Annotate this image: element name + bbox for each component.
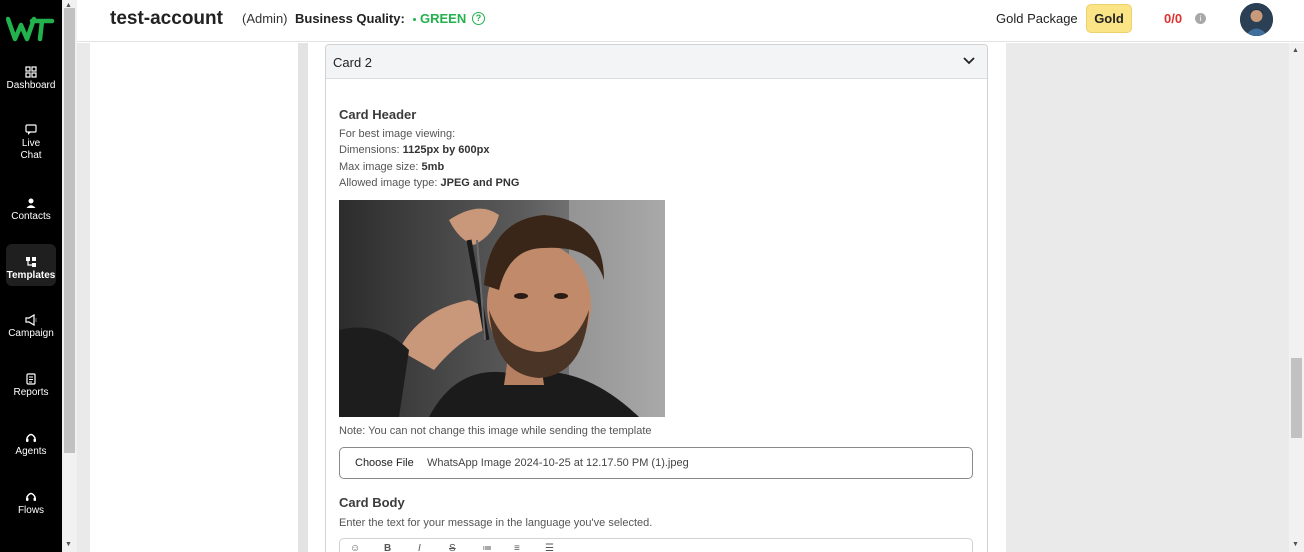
header-image-file-input[interactable]: Choose File WhatsApp Image 2024-10-25 at… [339, 447, 973, 479]
choose-file-button[interactable]: Choose File [355, 457, 414, 469]
business-quality-value: GREEN [420, 11, 467, 26]
account-name: test-account [110, 8, 223, 29]
contacts-icon [26, 198, 36, 208]
reports-icon [26, 373, 36, 385]
scrollbar-thumb[interactable] [64, 8, 75, 453]
sidebar-item-contacts[interactable]: Contacts [0, 197, 62, 223]
usage-count: 0/0 [1164, 11, 1183, 26]
card-body-title: Card Body [339, 495, 405, 510]
dimensions-label: Dimensions: [339, 144, 400, 156]
ordered-list-icon[interactable]: ≔ [482, 543, 492, 552]
sidebar-item-live-chat[interactable]: Live Chat [0, 124, 62, 162]
package-label: Gold Package [996, 11, 1078, 26]
account-role: (Admin) [242, 11, 288, 26]
dimensions-line: Dimensions: 1125px by 600px [339, 144, 489, 156]
image-guidelines-intro: For best image viewing: [339, 128, 456, 140]
sidebar-item-label: Campaign [8, 328, 54, 339]
sidebar-item-campaign[interactable]: Campaign [0, 314, 62, 340]
business-quality-label: Business Quality: [295, 11, 405, 26]
card-accordion-header[interactable]: Card 2 [326, 45, 987, 79]
sidebar-item-agents[interactable]: Agents [0, 432, 62, 458]
card-body-hint: Enter the text for your message in the l… [339, 517, 653, 529]
sidebar-scrollbar[interactable]: ▲ ▼ [62, 0, 77, 552]
scroll-down-icon[interactable]: ▼ [65, 541, 72, 548]
emoji-icon[interactable]: ☺ [350, 543, 360, 552]
scroll-up-icon[interactable]: ▲ [1292, 47, 1299, 54]
sidebar-item-label: Templates [6, 270, 56, 281]
chat-icon [25, 124, 37, 135]
image-type-value: JPEG and PNG [440, 177, 520, 189]
user-avatar-icon [1240, 3, 1273, 36]
help-icon[interactable]: ? [472, 12, 485, 25]
image-note: Note: You can not change this image whil… [339, 425, 652, 437]
sidebar-item-dashboard[interactable]: Dashboard [0, 66, 62, 92]
max-size-line: Max image size: 5mb [339, 161, 444, 173]
scrollbar-thumb[interactable] [1291, 358, 1302, 438]
card-header-title: Card Header [339, 107, 417, 122]
scroll-down-icon[interactable]: ▼ [1292, 541, 1299, 548]
sidebar-item-reports[interactable]: Reports [0, 373, 62, 399]
sidebar-item-label: Dashboard [6, 80, 56, 91]
dashboard-icon [25, 66, 37, 78]
image-type-label: Allowed image type: [339, 177, 438, 189]
sidebar-item-label: Agents [15, 446, 47, 457]
max-size-label: Max image size: [339, 161, 419, 173]
quote-icon[interactable]: ☰ [545, 543, 554, 552]
bold-icon[interactable]: B [384, 543, 391, 552]
italic-icon[interactable]: I [418, 543, 421, 552]
header-image-preview [339, 200, 665, 417]
barber-photo-icon [339, 200, 665, 417]
status-dot-icon [413, 18, 416, 21]
brand-logo-icon[interactable] [6, 15, 56, 43]
chevron-down-icon[interactable] [963, 57, 975, 65]
sidebar-item-label: Flows [17, 505, 45, 516]
package-badge[interactable]: Gold [1086, 4, 1132, 33]
panel-divider [298, 43, 308, 552]
card-body-editor-toolbar[interactable]: ☺ B I S ≔ ≡ ☰ [339, 538, 973, 552]
sidebar-item-label: Live Chat [20, 138, 42, 161]
top-bar: test-account (Admin) Business Quality: G… [77, 0, 1304, 42]
info-icon[interactable]: i [1195, 13, 1206, 24]
headset-icon [26, 433, 36, 442]
megaphone-icon [25, 314, 37, 326]
left-panel [90, 43, 298, 552]
image-type-line: Allowed image type: JPEG and PNG [339, 177, 519, 189]
sidebar: Dashboard Live Chat Contacts Templates C… [0, 0, 62, 552]
dimensions-value: 1125px by 600px [402, 144, 490, 156]
sidebar-item-label: Contacts [11, 211, 51, 222]
avatar[interactable] [1240, 3, 1273, 36]
selected-file-name: WhatsApp Image 2024-10-25 at 12.17.50 PM… [427, 457, 689, 469]
templates-icon [26, 257, 36, 267]
page-scrollbar[interactable]: ▲ ▼ [1289, 43, 1304, 552]
sidebar-item-flows[interactable]: Flows [0, 491, 62, 517]
card-title: Card 2 [333, 55, 373, 70]
sidebar-item-label: Reports [13, 387, 49, 398]
max-size-value: 5mb [421, 161, 445, 173]
flows-icon [26, 492, 36, 501]
sidebar-item-templates[interactable]: Templates [0, 244, 62, 286]
strikethrough-icon[interactable]: S [449, 543, 456, 552]
bullet-list-icon[interactable]: ≡ [514, 543, 520, 552]
